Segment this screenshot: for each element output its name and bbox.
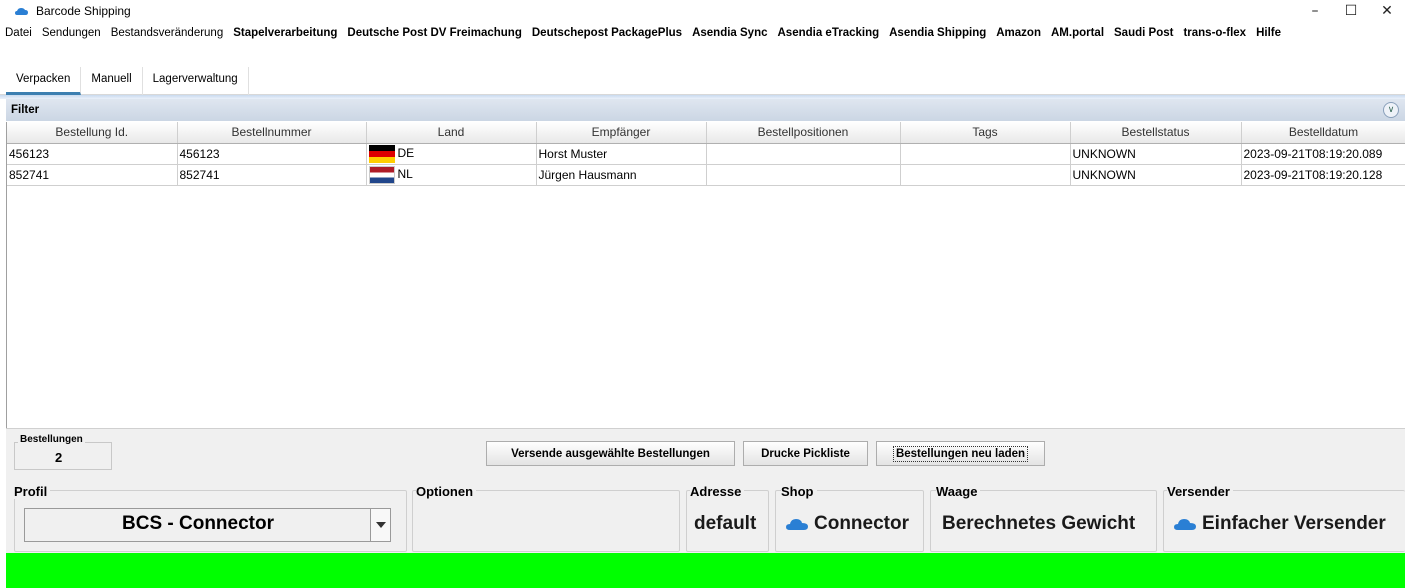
table-cell: UNKNOWN (1070, 143, 1242, 165)
cloud-icon (786, 519, 808, 530)
menu-item[interactable]: Deutschepost PackagePlus (527, 27, 687, 39)
menu-item[interactable]: Datei (0, 27, 37, 39)
column-header[interactable]: Tags (900, 122, 1071, 144)
table-cell (900, 164, 1071, 186)
table-cell: NL (366, 164, 537, 186)
table-cell (900, 143, 1071, 165)
address-value: default (694, 513, 757, 534)
tab-bar: Verpacken Manuell Lagerverwaltung (0, 67, 1405, 95)
profile-title: Profil (14, 484, 51, 499)
country-code: NL (397, 166, 413, 181)
table-cell: 456123 (7, 143, 178, 165)
table-body: 456123 456123 DE Horst Muster UNKNOWN 2023-09… (7, 143, 1405, 186)
table-cell (706, 164, 901, 186)
reload-orders-button[interactable]: Bestellungen neu laden (876, 441, 1045, 466)
shipper-value: Einfacher Versender (1202, 513, 1386, 534)
table-cell: 852741 (177, 164, 367, 186)
filter-label: Filter (11, 104, 40, 116)
shop-title: Shop (781, 484, 817, 499)
table-cell: UNKNOWN (1070, 164, 1242, 186)
shop-value-wrap: Connector (786, 513, 909, 535)
chevron-down-icon[interactable] (370, 509, 390, 541)
column-header[interactable]: Bestellpositionen (706, 122, 901, 144)
shipper-title: Versender (1167, 484, 1233, 499)
tab-verpacken[interactable]: Verpacken (6, 67, 82, 95)
column-header[interactable]: Bestellstatus (1070, 122, 1242, 144)
menu-item[interactable]: Bestandsveränderung (106, 27, 229, 39)
window-title: Barcode Shipping (36, 4, 131, 18)
filter-bar[interactable]: Filter ∨ (6, 99, 1405, 121)
column-header[interactable]: Empfänger (536, 122, 707, 144)
menu-item[interactable]: Deutsche Post DV Freimachung (342, 27, 526, 39)
column-header[interactable]: Bestellung Id. (7, 122, 178, 144)
shop-value: Connector (814, 513, 909, 534)
table-cell: Jürgen Hausmann (536, 164, 707, 186)
menu-item[interactable]: Amazon (991, 27, 1046, 39)
menu-item[interactable]: Asendia Shipping (884, 27, 991, 39)
print-picklist-button[interactable]: Drucke Pickliste (743, 441, 868, 466)
reload-orders-label: Bestellungen neu laden (892, 445, 1029, 462)
orders-count-value: 2 (55, 450, 63, 465)
table-cell: 852741 (7, 164, 178, 186)
app-cloud-icon (15, 8, 28, 15)
send-selected-orders-button[interactable]: Versende ausgewählte Bestellungen (486, 441, 735, 466)
orders-count-label: Bestellungen (18, 434, 85, 445)
flag-de-icon (368, 144, 395, 163)
table-cell: DE (366, 143, 537, 165)
status-bar (6, 553, 1405, 588)
country-code: DE (397, 145, 415, 160)
menu-item[interactable]: Asendia Sync (687, 27, 772, 39)
table-row[interactable]: 852741 852741 NL Jürgen Hausmann UNKNOWN 2023… (7, 164, 1405, 186)
scale-title: Waage (936, 484, 981, 499)
table-header-row: Bestellung Id. Bestellnummer Land Empfänger… (7, 122, 1405, 144)
maximize-button[interactable]: ☐ (1333, 0, 1369, 22)
window-controls: – ☐ ✕ (1297, 0, 1405, 22)
tab-manuell[interactable]: Manuell (81, 67, 143, 95)
title-bar: Barcode Shipping – ☐ ✕ (0, 0, 1405, 22)
flag-nl-icon (368, 165, 395, 184)
shipper-value-wrap: Einfacher Versender (1174, 513, 1386, 535)
column-header[interactable]: Bestelldatum (1241, 122, 1405, 144)
menu-item[interactable]: Saudi Post (1109, 27, 1178, 39)
menu-item[interactable]: Stapelverarbeitung (228, 27, 342, 39)
menu-item[interactable]: AM.portal (1046, 27, 1109, 39)
options-title: Optionen (416, 484, 477, 499)
menu-bar: Datei Sendungen Bestandsveränderung Stapelv… (0, 22, 1405, 44)
close-button[interactable]: ✕ (1369, 0, 1405, 22)
chevron-double-down-icon[interactable]: ∨ (1383, 102, 1399, 118)
table-cell (706, 143, 901, 165)
table-cell: 2023-09-21T08:19:20.089 (1241, 143, 1405, 165)
column-header[interactable]: Land (366, 122, 537, 144)
menu-item[interactable]: trans-o-flex (1178, 27, 1251, 39)
minimize-button[interactable]: – (1297, 0, 1333, 22)
options-section (412, 490, 680, 552)
menu-item[interactable]: Hilfe (1251, 27, 1286, 39)
menu-item[interactable]: Sendungen (37, 27, 106, 39)
orders-table: Bestellung Id. Bestellnummer Land Empfänger… (6, 122, 1405, 428)
tab-list: Verpacken Manuell Lagerverwaltung (6, 67, 249, 95)
column-header[interactable]: Bestellnummer (177, 122, 367, 144)
scale-value: Berechnetes Gewicht (942, 513, 1136, 534)
table-cell: 456123 (177, 143, 367, 165)
menu-item[interactable]: Asendia eTracking (773, 27, 885, 39)
table-cell: 2023-09-21T08:19:20.128 (1241, 164, 1405, 186)
profile-selected-value[interactable]: BCS - Connector (24, 513, 372, 535)
address-title: Adresse (690, 484, 745, 499)
tab-lagerverwaltung[interactable]: Lagerverwaltung (143, 67, 249, 95)
cloud-icon (1174, 519, 1196, 530)
table-cell: Horst Muster (536, 143, 707, 165)
table-row[interactable]: 456123 456123 DE Horst Muster UNKNOWN 2023-09… (7, 143, 1405, 165)
